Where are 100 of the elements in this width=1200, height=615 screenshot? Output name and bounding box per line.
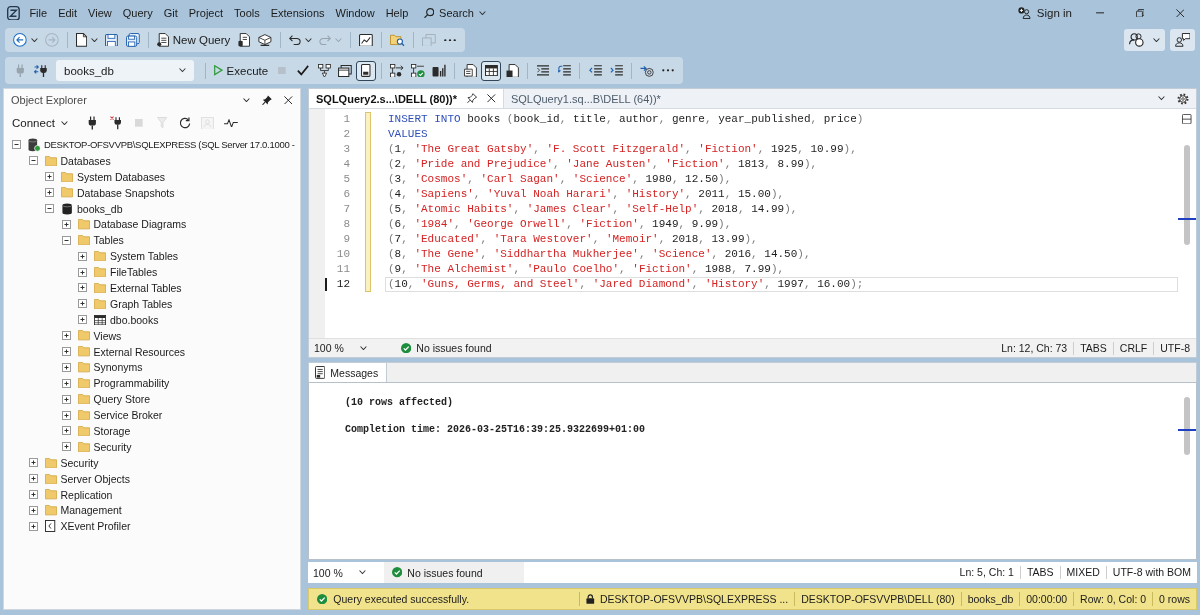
expand-icon[interactable] — [78, 251, 87, 261]
restore-icon — [1135, 8, 1145, 18]
tree-item[interactable]: Security — [60, 455, 99, 470]
scrollbar-thumb[interactable] — [1184, 145, 1190, 246]
tree-item[interactable]: DESKTOP-OFSVVPB\SQLEXPRESS (SQL Server 17.0.1000 - — [44, 137, 295, 152]
zoom-dropdown[interactable]: 100 % — [308, 562, 374, 583]
scrollbar-thumb[interactable] — [1184, 397, 1190, 455]
sign-in-button[interactable]: Sign in — [1013, 4, 1076, 22]
tree-item[interactable]: System Databases — [77, 169, 166, 184]
split-button[interactable] — [1182, 114, 1192, 125]
feedback-button[interactable] — [1169, 29, 1195, 51]
expand-icon[interactable] — [45, 172, 54, 182]
expand-icon[interactable] — [78, 299, 87, 309]
expand-icon[interactable] — [28, 490, 38, 500]
forward-arrow-icon — [44, 33, 59, 47]
expand-icon[interactable] — [78, 267, 87, 277]
folder-icon — [94, 251, 106, 262]
tree-item[interactable]: books_db — [77, 201, 123, 216]
expand-icon[interactable] — [28, 505, 38, 515]
code-line: (2, 'Pride and Prejudice', 'Jane Austen', 'Fiction', 1813, 8.99), — [387, 157, 819, 172]
expand-icon[interactable] — [45, 188, 54, 198]
menu-item[interactable]: Project — [183, 4, 229, 22]
execute-button[interactable]: Execute — [211, 60, 272, 81]
code-line: (6, '1984', 'George Orwell', 'Fiction', 1949, 9.99), — [387, 217, 733, 232]
database-dropdown[interactable]: books_db — [56, 60, 194, 81]
menu-item[interactable]: Tools — [228, 4, 266, 22]
tree-item[interactable]: Database Snapshots — [77, 185, 175, 200]
tree-item[interactable]: Management — [60, 503, 122, 518]
results-to-grid-button[interactable] — [481, 60, 502, 81]
expand-icon[interactable] — [61, 362, 71, 372]
tree-item[interactable]: System Tables — [110, 249, 179, 264]
new-query-button[interactable]: New Query — [153, 30, 234, 50]
editor-tab[interactable]: SQLQuery2.s...\DELL (80))* — [309, 89, 504, 108]
messages-tab[interactable]: Messages — [309, 363, 388, 382]
search-button[interactable]: Search — [417, 4, 492, 22]
expand-icon[interactable] — [61, 394, 71, 404]
expand-icon[interactable] — [28, 521, 38, 531]
connect-dropdown[interactable]: Connect — [8, 115, 72, 131]
tree-item[interactable]: XEvent Profiler — [60, 519, 131, 534]
tree-item[interactable]: Programmability — [93, 376, 170, 391]
line-number: 1 — [342, 112, 350, 127]
expand-icon[interactable] — [78, 315, 87, 325]
tree-item[interactable]: FileTables — [110, 265, 158, 280]
expand-icon[interactable] — [61, 426, 71, 436]
collapse-icon[interactable] — [61, 235, 71, 245]
encoding[interactable]: UTF-8 — [1154, 341, 1196, 355]
menu-item[interactable]: File — [23, 4, 53, 22]
expand-icon[interactable] — [61, 378, 71, 388]
tree-item[interactable]: Synonyms — [93, 360, 143, 375]
menu-item[interactable]: Git — [158, 4, 184, 22]
expand-icon[interactable] — [61, 331, 71, 341]
encoding[interactable]: UTF-8 with BOM — [1106, 566, 1197, 579]
query-options-button[interactable] — [356, 60, 377, 81]
tree-item[interactable]: Databases — [60, 153, 111, 168]
tree-item[interactable]: Graph Tables — [110, 296, 173, 311]
code-line: (9, 'The Alchemist', 'Paulo Coelho', 'Fiction', 1988, 7.99), — [387, 262, 786, 277]
menu-item[interactable]: Edit — [52, 4, 83, 22]
expand-icon[interactable] — [61, 410, 71, 420]
tree-item[interactable]: External Tables — [110, 280, 182, 295]
line-endings[interactable]: CRLF — [1113, 341, 1154, 355]
folder-icon — [77, 441, 90, 452]
editor-tab[interactable]: SQLQuery1.sq...B\DELL (64))* — [503, 89, 668, 108]
collapse-icon[interactable] — [12, 140, 21, 150]
tree-item[interactable]: Database Diagrams — [93, 217, 187, 232]
database-name: books_db — [966, 593, 1015, 605]
collapse-icon[interactable] — [45, 204, 54, 213]
collapse-icon[interactable] — [28, 156, 38, 166]
folder-icon — [77, 219, 90, 230]
expand-icon[interactable] — [61, 347, 71, 356]
tree-item[interactable]: dbo.books — [110, 312, 159, 327]
menu-item[interactable]: Extensions — [265, 4, 331, 22]
tree-item[interactable]: Service Broker — [93, 408, 163, 423]
menu-item[interactable]: Help — [380, 4, 414, 22]
tree-item[interactable]: Replication — [60, 487, 113, 502]
document-icon — [75, 33, 87, 47]
play-icon — [214, 65, 223, 76]
tree-item[interactable]: Tables — [93, 233, 124, 248]
tree-item[interactable]: Security — [93, 439, 132, 454]
tree-item[interactable]: Views — [93, 328, 122, 343]
folder-icon — [77, 378, 90, 389]
indent-mode[interactable]: TABS — [1020, 566, 1060, 579]
zoom-dropdown[interactable]: 100 % — [309, 339, 375, 357]
tree-item[interactable]: Query Store — [93, 392, 151, 407]
expand-icon[interactable] — [61, 442, 71, 452]
expand-icon[interactable] — [28, 458, 38, 468]
tree-item[interactable]: Server Objects — [60, 471, 130, 486]
expand-icon[interactable] — [61, 219, 71, 229]
expand-icon[interactable] — [28, 474, 38, 484]
line-endings[interactable]: MIXED — [1060, 566, 1106, 579]
menu-item[interactable]: Window — [330, 4, 381, 22]
folder-icon — [61, 171, 73, 182]
expand-icon[interactable] — [78, 283, 87, 293]
grid-icon — [484, 64, 498, 77]
tree-item[interactable]: Storage — [93, 423, 131, 438]
menu-item[interactable]: Query — [117, 4, 159, 22]
menu-item[interactable]: View — [82, 4, 118, 22]
assistant-button[interactable] — [1124, 29, 1165, 51]
file-results-icon — [505, 63, 519, 78]
tree-item[interactable]: External Resources — [93, 344, 186, 359]
indent-mode[interactable]: TABS — [1074, 341, 1113, 355]
